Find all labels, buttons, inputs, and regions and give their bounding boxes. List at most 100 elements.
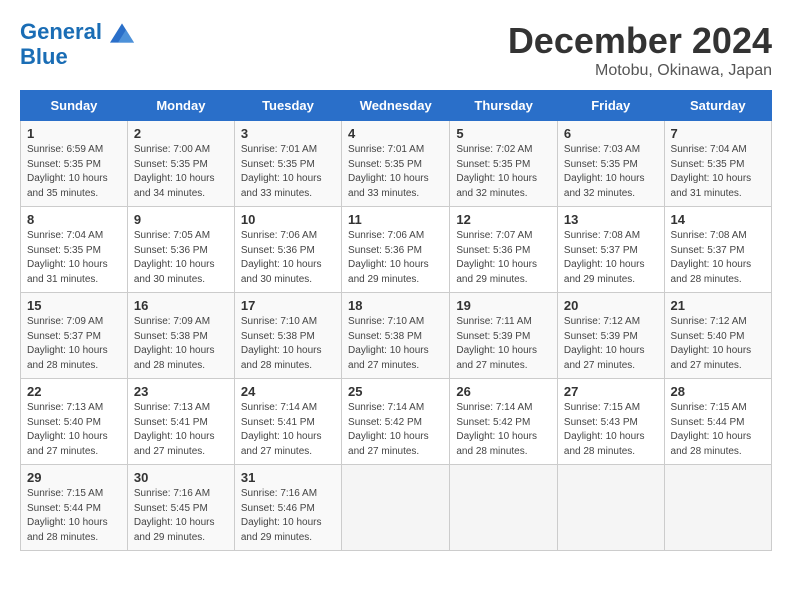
- calendar-cell: 4Sunrise: 7:01 AM Sunset: 5:35 PM Daylig…: [342, 121, 450, 207]
- day-number: 6: [564, 126, 658, 141]
- day-info: Sunrise: 7:10 AM Sunset: 5:38 PM Dayligh…: [348, 315, 443, 373]
- day-number: 17: [241, 298, 335, 313]
- day-number: 9: [134, 212, 228, 227]
- day-number: 23: [134, 384, 228, 399]
- calendar-week-row: 22 Sunrise: 7:13 AM Sunset: 5:40 PM Dayli…: [21, 379, 772, 465]
- calendar-week-row: 15 Sunrise: 7:09 AM Sunset: 5:37 PM Dayli…: [21, 293, 772, 379]
- calendar-cell: [342, 465, 450, 551]
- day-info: Sunrise: 7:09 AM Sunset: 5:37 PM Dayligh…: [27, 315, 121, 373]
- calendar-cell: 16Sunrise: 7:09 AM Sunset: 5:38 PM Dayli…: [127, 293, 234, 379]
- header: General Blue December 2024 Motobu, Okina…: [20, 20, 772, 80]
- calendar-cell: 5 Sunrise: 7:02 AM Sunset: 5:35 PM Daylig…: [450, 121, 558, 207]
- logo-text: General: [20, 20, 134, 45]
- day-number: 7: [671, 126, 765, 141]
- title-area: December 2024 Motobu, Okinawa, Japan: [508, 20, 772, 80]
- day-info: Sunrise: 7:07 AM Sunset: 5:36 PM Dayligh…: [456, 229, 551, 287]
- day-info: Sunrise: 7:02 AM Sunset: 5:35 PM Dayligh…: [456, 143, 551, 201]
- weekday-header: Friday: [557, 91, 664, 121]
- calendar-cell: 9Sunrise: 7:05 AM Sunset: 5:36 PM Daylig…: [127, 207, 234, 293]
- day-number: 12: [456, 212, 551, 227]
- calendar-cell: 14 Sunrise: 7:08 AM Sunset: 5:37 PM Dayli…: [664, 207, 771, 293]
- day-info: Sunrise: 7:15 AM Sunset: 5:44 PM Dayligh…: [27, 487, 121, 545]
- day-info: Sunrise: 6:59 AM Sunset: 5:35 PM Dayligh…: [27, 143, 121, 201]
- day-number: 29: [27, 470, 121, 485]
- day-number: 15: [27, 298, 121, 313]
- day-number: 28: [671, 384, 765, 399]
- weekday-header: Sunday: [21, 91, 128, 121]
- calendar-header-row: SundayMondayTuesdayWednesdayThursdayFrid…: [21, 91, 772, 121]
- calendar-table: SundayMondayTuesdayWednesdayThursdayFrid…: [20, 90, 772, 551]
- day-number: 13: [564, 212, 658, 227]
- day-info: Sunrise: 7:06 AM Sunset: 5:36 PM Dayligh…: [241, 229, 335, 287]
- calendar-cell: 29 Sunrise: 7:15 AM Sunset: 5:44 PM Dayli…: [21, 465, 128, 551]
- calendar-cell: 12 Sunrise: 7:07 AM Sunset: 5:36 PM Dayli…: [450, 207, 558, 293]
- day-info: Sunrise: 7:00 AM Sunset: 5:35 PM Dayligh…: [134, 143, 228, 201]
- logo: General Blue: [20, 20, 134, 69]
- weekday-header: Tuesday: [234, 91, 341, 121]
- calendar-cell: [664, 465, 771, 551]
- calendar-cell: [450, 465, 558, 551]
- weekday-header: Wednesday: [342, 91, 450, 121]
- weekday-header: Saturday: [664, 91, 771, 121]
- calendar-cell: 19Sunrise: 7:11 AM Sunset: 5:39 PM Dayli…: [450, 293, 558, 379]
- day-info: Sunrise: 7:08 AM Sunset: 5:37 PM Dayligh…: [564, 229, 658, 287]
- calendar-week-row: 29 Sunrise: 7:15 AM Sunset: 5:44 PM Dayli…: [21, 465, 772, 551]
- day-info: Sunrise: 7:16 AM Sunset: 5:46 PM Dayligh…: [241, 487, 335, 545]
- day-number: 4: [348, 126, 443, 141]
- day-number: 31: [241, 470, 335, 485]
- weekday-header: Thursday: [450, 91, 558, 121]
- day-info: Sunrise: 7:12 AM Sunset: 5:40 PM Dayligh…: [671, 315, 765, 373]
- calendar-cell: 11 Sunrise: 7:06 AM Sunset: 5:36 PM Dayli…: [342, 207, 450, 293]
- day-number: 8: [27, 212, 121, 227]
- day-info: Sunrise: 7:04 AM Sunset: 5:35 PM Dayligh…: [671, 143, 765, 201]
- calendar-cell: 28 Sunrise: 7:15 AM Sunset: 5:44 PM Dayli…: [664, 379, 771, 465]
- day-info: Sunrise: 7:06 AM Sunset: 5:36 PM Dayligh…: [348, 229, 443, 287]
- day-info: Sunrise: 7:10 AM Sunset: 5:38 PM Dayligh…: [241, 315, 335, 373]
- day-info: Sunrise: 7:13 AM Sunset: 5:41 PM Dayligh…: [134, 401, 228, 459]
- calendar-cell: 31 Sunrise: 7:16 AM Sunset: 5:46 PM Dayli…: [234, 465, 341, 551]
- calendar-cell: 10 Sunrise: 7:06 AM Sunset: 5:36 PM Dayli…: [234, 207, 341, 293]
- day-number: 27: [564, 384, 658, 399]
- day-number: 2: [134, 126, 228, 141]
- calendar-cell: 3 Sunrise: 7:01 AM Sunset: 5:35 PM Daylig…: [234, 121, 341, 207]
- day-number: 14: [671, 212, 765, 227]
- day-info: Sunrise: 7:14 AM Sunset: 5:42 PM Dayligh…: [456, 401, 551, 459]
- day-number: 18: [348, 298, 443, 313]
- calendar-cell: 1 Sunrise: 6:59 AM Sunset: 5:35 PM Daylig…: [21, 121, 128, 207]
- day-number: 19: [456, 298, 551, 313]
- logo-icon: [110, 21, 134, 45]
- day-number: 25: [348, 384, 443, 399]
- calendar-cell: 17 Sunrise: 7:10 AM Sunset: 5:38 PM Dayli…: [234, 293, 341, 379]
- weekday-header: Monday: [127, 91, 234, 121]
- calendar-cell: 26Sunrise: 7:14 AM Sunset: 5:42 PM Dayli…: [450, 379, 558, 465]
- day-info: Sunrise: 7:16 AM Sunset: 5:45 PM Dayligh…: [134, 487, 228, 545]
- day-number: 1: [27, 126, 121, 141]
- day-number: 5: [456, 126, 551, 141]
- day-number: 24: [241, 384, 335, 399]
- calendar-cell: 6Sunrise: 7:03 AM Sunset: 5:35 PM Daylig…: [557, 121, 664, 207]
- day-info: Sunrise: 7:15 AM Sunset: 5:44 PM Dayligh…: [671, 401, 765, 459]
- day-info: Sunrise: 7:13 AM Sunset: 5:40 PM Dayligh…: [27, 401, 121, 459]
- day-number: 20: [564, 298, 658, 313]
- day-number: 22: [27, 384, 121, 399]
- calendar-cell: 24 Sunrise: 7:14 AM Sunset: 5:41 PM Dayli…: [234, 379, 341, 465]
- calendar-cell: [557, 465, 664, 551]
- day-number: 3: [241, 126, 335, 141]
- day-info: Sunrise: 7:14 AM Sunset: 5:41 PM Dayligh…: [241, 401, 335, 459]
- day-number: 10: [241, 212, 335, 227]
- day-info: Sunrise: 7:14 AM Sunset: 5:42 PM Dayligh…: [348, 401, 443, 459]
- calendar-cell: 15 Sunrise: 7:09 AM Sunset: 5:37 PM Dayli…: [21, 293, 128, 379]
- day-info: Sunrise: 7:08 AM Sunset: 5:37 PM Dayligh…: [671, 229, 765, 287]
- logo-line2: Blue: [20, 45, 134, 69]
- day-info: Sunrise: 7:12 AM Sunset: 5:39 PM Dayligh…: [564, 315, 658, 373]
- day-number: 11: [348, 212, 443, 227]
- month-title: December 2024: [508, 20, 772, 62]
- calendar-cell: 2 Sunrise: 7:00 AM Sunset: 5:35 PM Daylig…: [127, 121, 234, 207]
- day-info: Sunrise: 7:01 AM Sunset: 5:35 PM Dayligh…: [241, 143, 335, 201]
- calendar-cell: 22 Sunrise: 7:13 AM Sunset: 5:40 PM Dayli…: [21, 379, 128, 465]
- day-info: Sunrise: 7:15 AM Sunset: 5:43 PM Dayligh…: [564, 401, 658, 459]
- calendar-cell: 20 Sunrise: 7:12 AM Sunset: 5:39 PM Dayli…: [557, 293, 664, 379]
- day-number: 21: [671, 298, 765, 313]
- calendar-cell: 18 Sunrise: 7:10 AM Sunset: 5:38 PM Dayli…: [342, 293, 450, 379]
- calendar-cell: 13 Sunrise: 7:08 AM Sunset: 5:37 PM Dayli…: [557, 207, 664, 293]
